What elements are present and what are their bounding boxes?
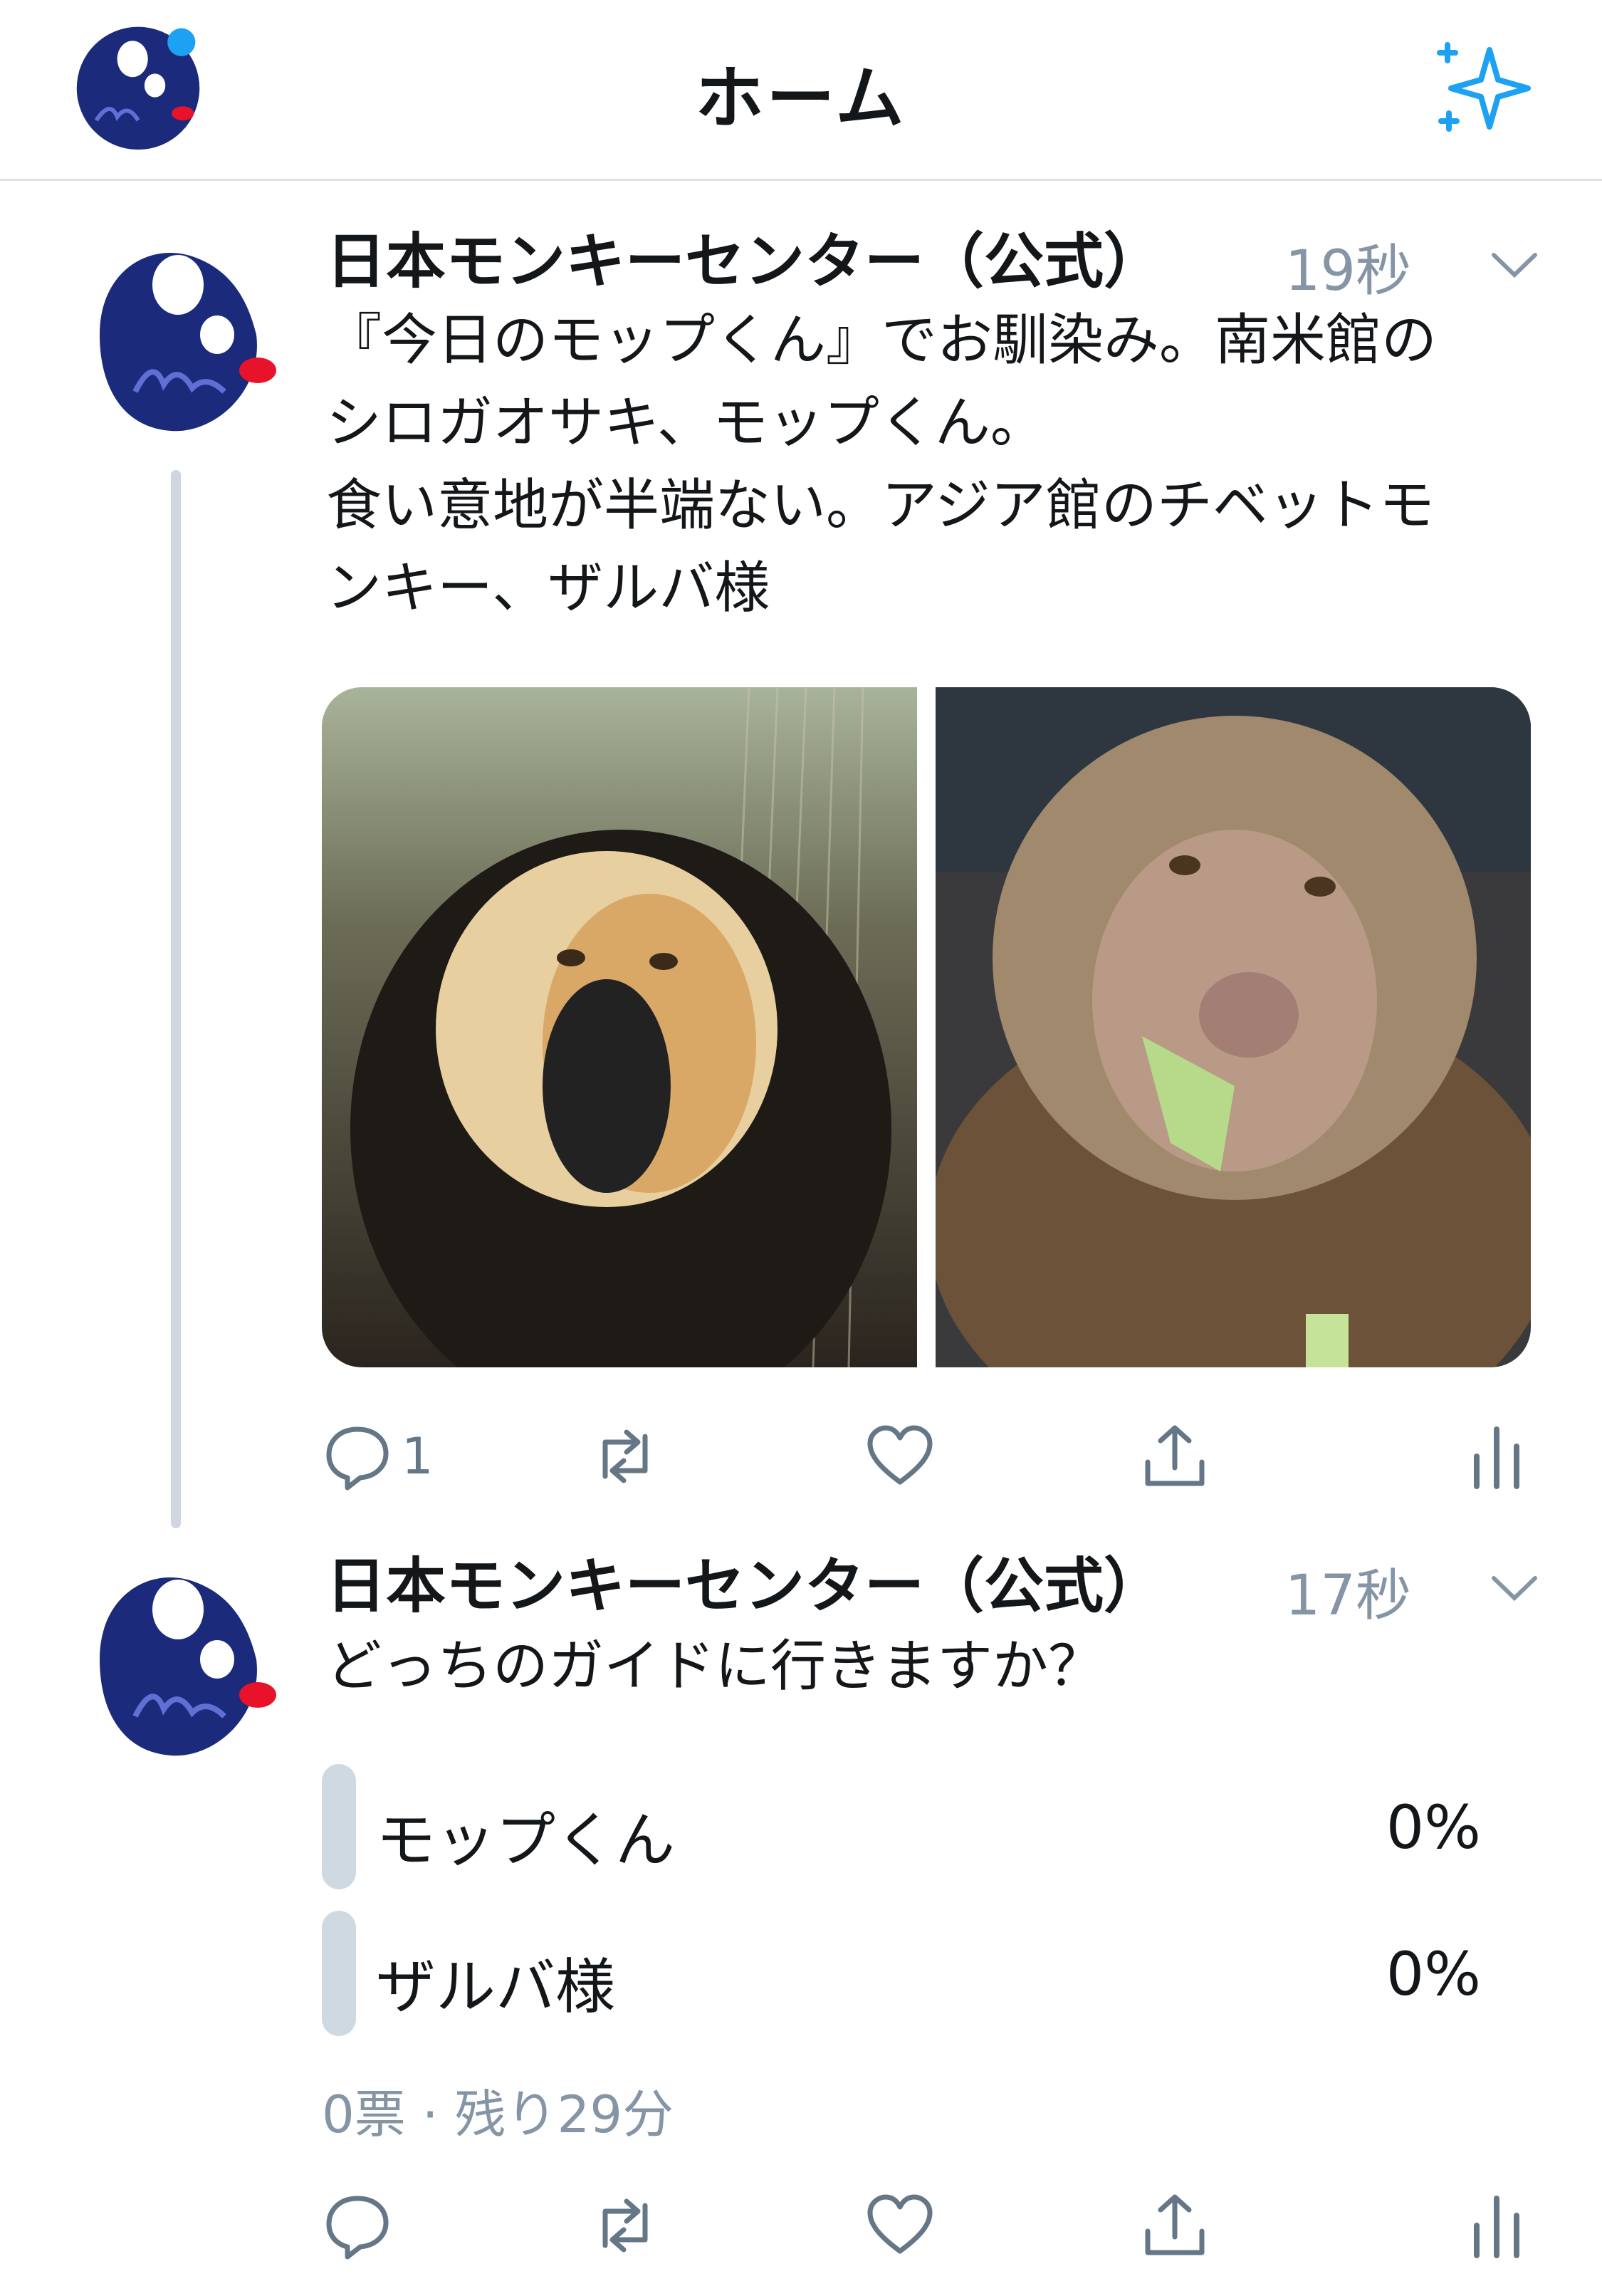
poll-option[interactable]: ザルバ様 0% xyxy=(322,1911,1532,2036)
tweet-avatar[interactable] xyxy=(71,228,285,442)
reply-button[interactable] xyxy=(322,2186,393,2265)
reply-count: 1 xyxy=(402,1427,434,1486)
tweet-text-line: ンキー、ザルバ様 xyxy=(326,556,770,620)
share-button[interactable] xyxy=(1139,2186,1210,2265)
tweet-timestamp: 17秒 xyxy=(1284,1564,1411,1628)
like-button[interactable] xyxy=(864,2186,936,2265)
thread-connector xyxy=(171,470,181,1528)
reply-icon xyxy=(326,2196,389,2260)
poll-option-percent: 0% xyxy=(1386,1939,1481,2009)
tweet-media xyxy=(322,687,1531,1367)
tweet-author-name[interactable]: 日本モンキーセンター（公式） xyxy=(326,1538,1163,1624)
top-bar: ホーム xyxy=(0,0,1602,181)
analytics-button[interactable] xyxy=(1461,2186,1532,2265)
page-title: ホーム xyxy=(695,58,907,138)
share-icon xyxy=(1145,1425,1205,1486)
tweet-actions xyxy=(322,2186,1546,2265)
tweet-timestamp: 19秒 xyxy=(1284,239,1411,303)
poll-bar xyxy=(322,1911,356,2036)
retweet-button[interactable] xyxy=(590,2186,661,2265)
chevron-down-icon[interactable] xyxy=(1490,1572,1539,1604)
tweet-text: どっちのガイドに行きますか？ xyxy=(326,1634,1104,1698)
tweet-text: 『今日のモップくん』でお馴染み。南米館の シロガオサキ、モップくん。 食い意地が… xyxy=(326,299,1551,630)
retweet-icon xyxy=(602,1429,648,1483)
poll-option-label: ザルバ様 xyxy=(376,1952,616,2022)
poll-option-label: モップくん xyxy=(376,1805,676,1875)
analytics-icon xyxy=(1474,1426,1519,1489)
tweet-text-line: 食い意地が半端ない。アジア館のチベットモ xyxy=(326,474,1435,538)
retweet-button[interactable] xyxy=(590,1417,661,1496)
analytics-button[interactable] xyxy=(1461,1417,1532,1496)
tweet-avatar[interactable] xyxy=(71,1553,285,1766)
tweet-text-line: 『今日のモップくん』でお馴染み。南米館の xyxy=(326,308,1438,372)
chevron-down-icon[interactable] xyxy=(1490,249,1539,281)
poll-option-percent: 0% xyxy=(1386,1793,1481,1862)
tweet-author-name[interactable]: 日本モンキーセンター（公式） xyxy=(326,214,1163,300)
retweet-icon xyxy=(602,2198,648,2253)
reply-button[interactable]: 1 xyxy=(322,1417,434,1496)
sparkle-icon[interactable] xyxy=(1424,36,1538,142)
heart-icon xyxy=(867,2194,933,2254)
saki-monkey-photo[interactable] xyxy=(322,687,917,1367)
like-button[interactable] xyxy=(864,1417,936,1496)
share-button[interactable] xyxy=(1139,1417,1210,1496)
share-icon xyxy=(1145,2194,1205,2255)
analytics-icon xyxy=(1474,2196,1519,2258)
poll-option[interactable]: モップくん 0% xyxy=(322,1764,1532,1889)
poll-bar xyxy=(322,1764,356,1889)
tweet-actions: 1 xyxy=(322,1417,1546,1496)
tibetan-macaque-photo[interactable] xyxy=(936,687,1531,1367)
reply-icon xyxy=(326,1426,389,1491)
heart-icon xyxy=(867,1425,933,1485)
poll-status: 0票 · 残り29分 xyxy=(322,2084,674,2144)
tweet-text-line: シロガオサキ、モップくん。 xyxy=(326,391,1046,455)
